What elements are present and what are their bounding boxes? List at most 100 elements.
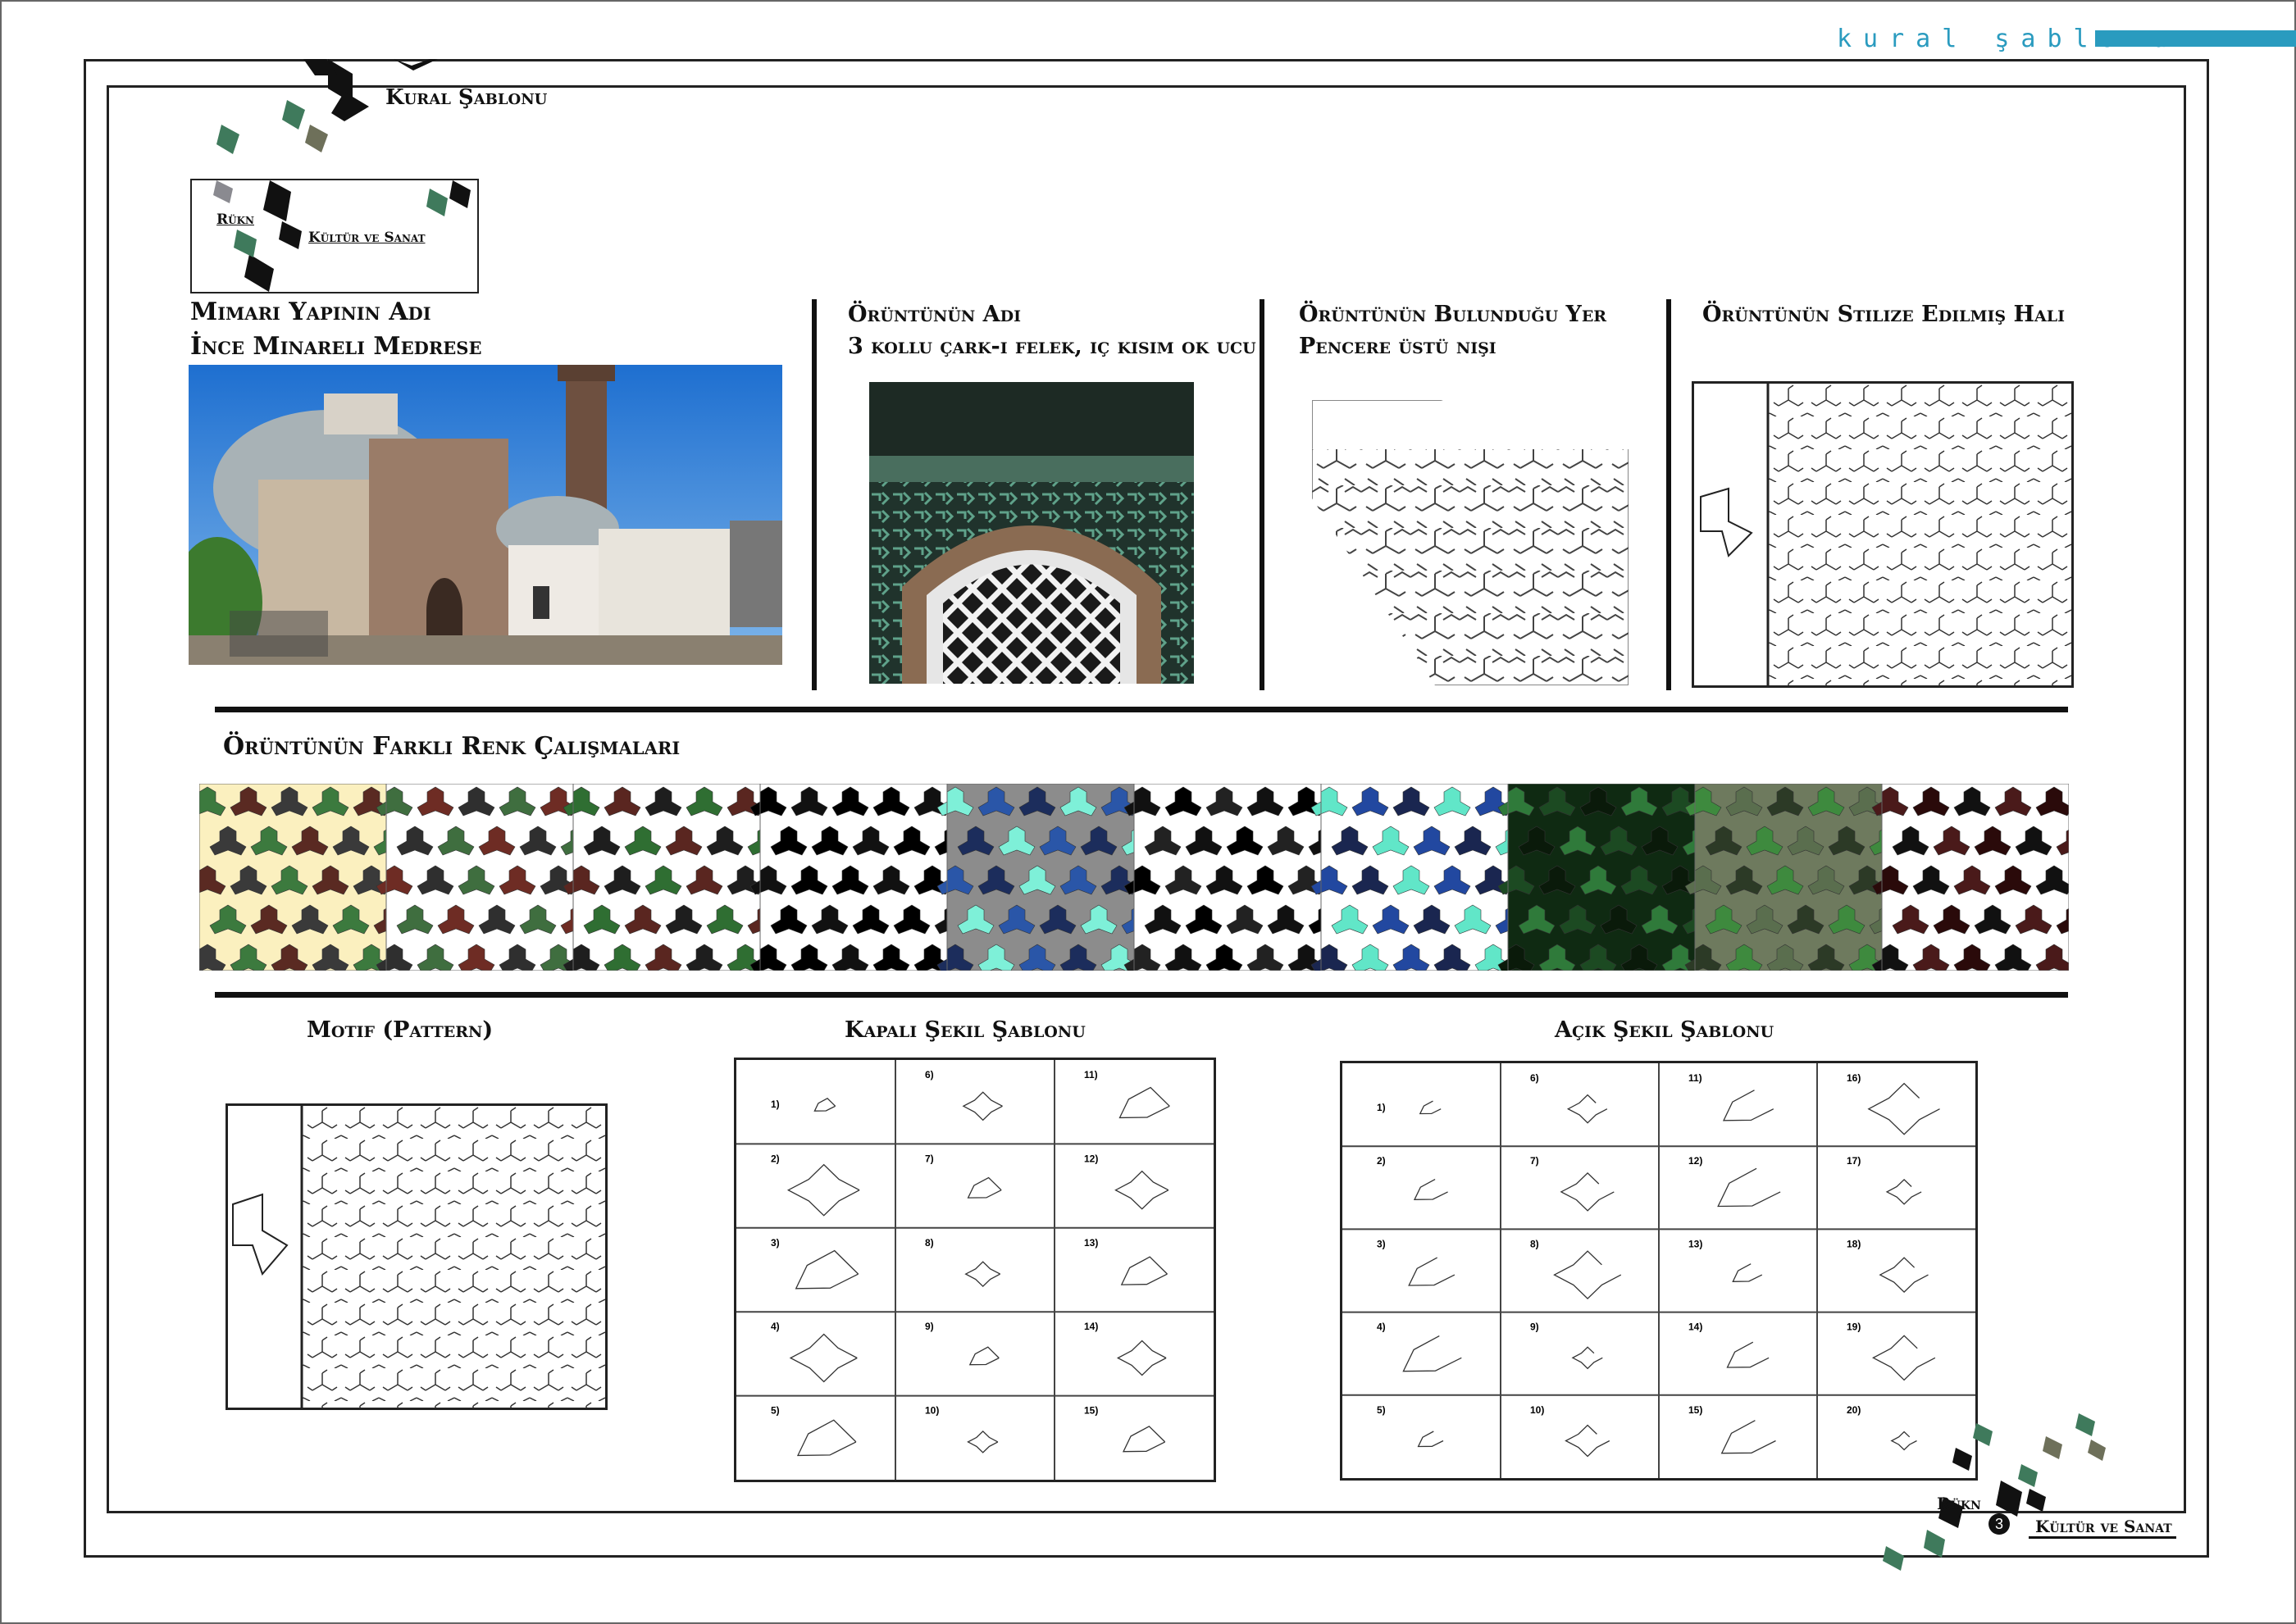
- shape-number: 5): [1377, 1404, 1386, 1416]
- divider-1: [812, 299, 817, 690]
- template-shape: [1571, 1346, 1603, 1370]
- logo-title: Kural Şablonu: [385, 85, 548, 110]
- shape-number: 4): [771, 1321, 780, 1332]
- template-shape: [1122, 1426, 1166, 1453]
- color-swatch: [1871, 784, 2069, 971]
- rule-1: [215, 707, 2068, 712]
- template-shape: [1417, 1431, 1444, 1448]
- template-shape: [967, 1176, 1002, 1199]
- shape-number: 9): [925, 1321, 934, 1332]
- template-shape: [1419, 1100, 1442, 1115]
- template-shape: [1867, 1082, 1940, 1135]
- template-shape: [1553, 1250, 1622, 1300]
- shape-number: 11): [1688, 1072, 1702, 1084]
- pattern-photo: [869, 382, 1194, 684]
- shape-number: 6): [925, 1069, 934, 1080]
- color-studies-label: Örüntünün Farklı Renk Çalışmaları: [223, 732, 681, 761]
- shape-number: 12): [1084, 1153, 1098, 1164]
- shape-number: 16): [1847, 1072, 1861, 1084]
- template-shape: [813, 1098, 836, 1112]
- building-label: Mimari Yapının Adı: [190, 298, 431, 326]
- template-shape: [789, 1333, 858, 1383]
- pattern-line-drawing: [1312, 400, 1629, 685]
- shape-number: 13): [1084, 1237, 1098, 1249]
- color-swatch: [936, 784, 1159, 971]
- template-shape: [1120, 1256, 1168, 1285]
- color-swatch: [199, 784, 411, 971]
- closed-shapes-table: 1) 6) 11) 2) 7) 12) 3) 8) 13) 4) 9) 14) 5) 10) 15): [734, 1058, 1216, 1482]
- color-swatch: [1310, 784, 1533, 971]
- shape-number: 15): [1688, 1404, 1702, 1416]
- logo-motif-bottom: [1883, 1413, 2106, 1571]
- open-shapes-label: Açık Şekil Şablonu: [1555, 1017, 1774, 1043]
- template-shape: [1116, 1340, 1167, 1376]
- page-number: 3: [1988, 1513, 2010, 1535]
- stylized-pattern-box: [1692, 381, 2074, 688]
- template-shape: [1879, 1257, 1929, 1294]
- shape-number: 12): [1688, 1155, 1702, 1167]
- template-shape: [964, 1261, 1001, 1288]
- divider-3: [1666, 299, 1671, 690]
- color-swatch: [563, 784, 785, 971]
- shape-number: 5): [771, 1405, 780, 1417]
- rule-2: [215, 992, 2068, 998]
- footer-word2: Kültür ve Sanat: [2035, 1517, 2172, 1536]
- template-shape: [1114, 1170, 1169, 1210]
- template-shape: [967, 1430, 999, 1453]
- template-shape: [1717, 1167, 1781, 1208]
- shape-number: 8): [1530, 1238, 1539, 1249]
- logo-box-word1: Rükn: [216, 212, 254, 228]
- pattern-location-label: Örüntünün Bulunduğu Yer: [1299, 302, 1607, 327]
- y-unit-icon: [1700, 487, 1753, 557]
- motif-box: [226, 1103, 608, 1410]
- shape-number: 10): [925, 1405, 939, 1417]
- template-shape: [1565, 1424, 1610, 1458]
- template-shape: [1408, 1257, 1456, 1286]
- template-shape: [1402, 1335, 1462, 1372]
- color-swatch: [1497, 784, 1720, 971]
- shape-number: 15): [1084, 1405, 1098, 1417]
- color-swatch: [749, 784, 972, 971]
- shape-number: 4): [1377, 1321, 1386, 1333]
- shape-number: 7): [1530, 1155, 1539, 1167]
- shape-number: 13): [1688, 1238, 1702, 1249]
- template-shape: [1560, 1171, 1615, 1212]
- color-studies-strip: [199, 784, 2069, 971]
- template-shape: [1726, 1341, 1770, 1368]
- pattern-name-label: Örüntünün Adı: [848, 302, 1021, 327]
- shape-number: 3): [771, 1237, 780, 1249]
- building-name: İnce Minareli Medrese: [190, 332, 482, 361]
- template-shape: [1722, 1089, 1774, 1121]
- color-swatch: [1684, 784, 1906, 971]
- pattern-stylized-label: Örüntünün Stilize Edilmiş Hali: [1702, 302, 2066, 327]
- logo-motif-top: [216, 59, 438, 154]
- template-shape: [1732, 1263, 1763, 1282]
- building-photo: [189, 365, 782, 665]
- template-shape: [1566, 1094, 1608, 1124]
- motif-unit-icon: [232, 1193, 289, 1276]
- shape-number: 8): [925, 1237, 934, 1249]
- template-shape: [1720, 1420, 1776, 1454]
- shape-number: 19): [1847, 1321, 1861, 1333]
- template-shape: [1413, 1179, 1448, 1200]
- shape-number: 11): [1084, 1069, 1098, 1080]
- sheet-title-bar: [2095, 30, 2296, 47]
- template-shape: [1118, 1086, 1170, 1119]
- shape-number: 9): [1530, 1321, 1539, 1333]
- shape-number: 7): [925, 1153, 934, 1164]
- shape-number: 14): [1688, 1321, 1702, 1333]
- shape-number: 1): [1377, 1102, 1386, 1113]
- template-shape: [786, 1163, 860, 1217]
- shape-number: 2): [771, 1153, 780, 1164]
- closed-shapes-label: Kapalı Şekil Şablonu: [845, 1017, 1086, 1043]
- pattern-name-value: 3 kollu çark-ı felek, iç kısım ok ucu: [848, 334, 1256, 359]
- shape-number: 14): [1084, 1321, 1098, 1332]
- color-swatch: [376, 784, 598, 971]
- shape-number: 6): [1530, 1072, 1539, 1084]
- template-shape: [796, 1419, 857, 1457]
- pattern-location-value: Pencere üstü nişi: [1299, 334, 1496, 359]
- shape-number: 1): [771, 1099, 780, 1110]
- template-shape: [1885, 1178, 1922, 1205]
- logo-box-word2: Kültür ve Sanat: [308, 230, 426, 246]
- template-shape: [1872, 1335, 1936, 1381]
